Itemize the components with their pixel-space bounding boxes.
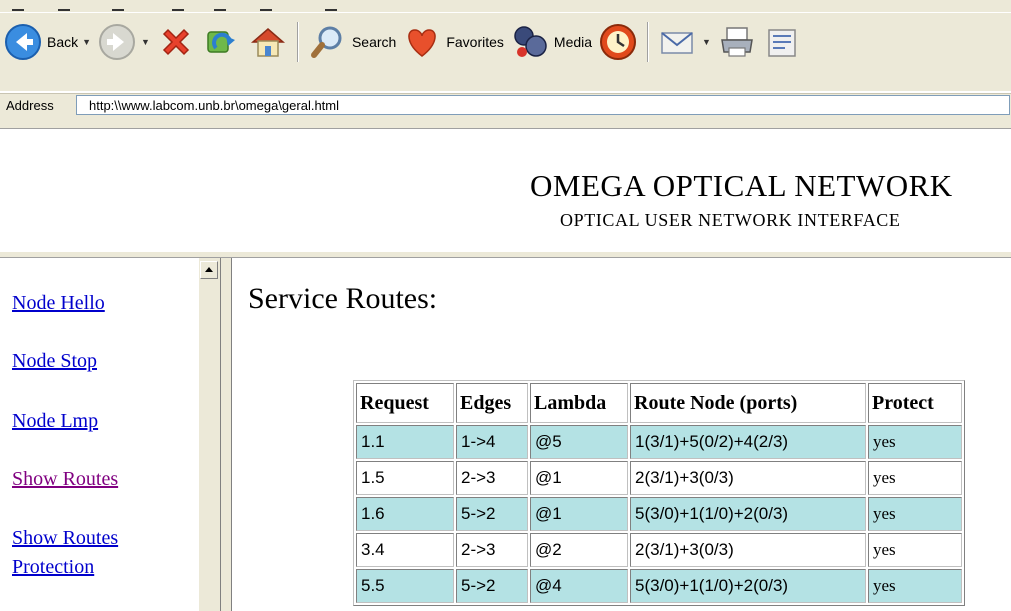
nav-scrollbar[interactable] — [198, 258, 221, 611]
home-icon — [250, 28, 285, 57]
cell-request: 1.6 — [356, 497, 454, 531]
table-row: 1.6 5->2 @1 5(3/0)+1(1/0)+2(0/3) yes — [356, 497, 962, 531]
column-header-request: Request — [356, 383, 454, 423]
cell-request: 1.5 — [356, 461, 454, 495]
mail-icon — [661, 32, 693, 54]
cell-route-node: 1(3/1)+5(0/2)+4(2/3) — [630, 425, 866, 459]
cell-protect: yes — [868, 497, 962, 531]
printer-icon — [721, 27, 753, 57]
cell-lambda: @4 — [530, 569, 628, 603]
mail-button[interactable]: ▼ — [655, 20, 714, 64]
page-title: Service Routes: — [248, 282, 438, 315]
column-header-protect: Protect — [868, 383, 962, 423]
cell-lambda: @2 — [530, 533, 628, 567]
table-header-row: Request Edges Lambda Route Node (ports) … — [356, 383, 962, 423]
back-button[interactable]: Back ▼ — [0, 20, 94, 64]
cell-edges: 5->2 — [456, 569, 528, 603]
scroll-up-icon[interactable] — [200, 261, 218, 279]
media-label: Media — [553, 34, 593, 50]
column-header-edges: Edges — [456, 383, 528, 423]
print-button[interactable] — [714, 20, 760, 64]
stop-x-icon — [162, 28, 190, 56]
favorites-label: Favorites — [446, 34, 504, 50]
media-icon — [514, 26, 547, 57]
cell-route-node: 5(3/0)+1(1/0)+2(0/3) — [630, 497, 866, 531]
table-row: 1.1 1->4 @5 1(3/1)+5(0/2)+4(2/3) yes — [356, 425, 962, 459]
browser-toolbar: Back ▼ ▼ Search Favorites Media ▼ — [0, 12, 1011, 91]
toolbar-separator — [296, 22, 299, 62]
table-row: 3.4 2->3 @2 2(3/1)+3(0/3) yes — [356, 533, 962, 567]
address-input[interactable]: http:\\www.labcom.unb.br\omega\geral.htm… — [76, 95, 1010, 115]
forward-button[interactable]: ▼ — [94, 20, 153, 64]
column-header-lambda: Lambda — [530, 383, 628, 423]
nav-link-node-stop[interactable]: Node Stop — [12, 350, 97, 373]
cell-lambda: @1 — [530, 497, 628, 531]
cell-route-node: 5(3/0)+1(1/0)+2(0/3) — [630, 569, 866, 603]
menu-bar — [0, 0, 1011, 12]
frame-divider[interactable] — [0, 251, 1011, 258]
cell-request: 1.1 — [356, 425, 454, 459]
toolbar-separator — [647, 22, 650, 62]
refresh-button[interactable] — [199, 20, 245, 64]
stop-button[interactable] — [153, 20, 199, 64]
cell-protect: yes — [868, 461, 962, 495]
clock-icon — [600, 24, 637, 60]
cell-edges: 2->3 — [456, 461, 528, 495]
cell-edges: 5->2 — [456, 497, 528, 531]
search-label: Search — [351, 34, 397, 50]
cell-route-node: 2(3/1)+3(0/3) — [630, 461, 866, 495]
back-arrow-icon — [5, 24, 41, 60]
nav-link-protection[interactable]: Protection — [12, 556, 94, 579]
search-button[interactable]: Search — [305, 20, 399, 64]
search-icon — [310, 26, 342, 58]
vertical-frame-divider[interactable] — [220, 258, 232, 611]
cell-protect: yes — [868, 533, 962, 567]
nav-link-node-hello[interactable]: Node Hello — [12, 292, 105, 315]
cell-request: 5.5 — [356, 569, 454, 603]
chrome-bottom-edge — [0, 120, 1011, 129]
column-header-route-node: Route Node (ports) — [630, 383, 866, 423]
chevron-down-icon[interactable]: ▼ — [141, 37, 150, 47]
cell-request: 3.4 — [356, 533, 454, 567]
forward-arrow-icon — [99, 24, 136, 60]
cell-route-node: 2(3/1)+3(0/3) — [630, 533, 866, 567]
address-label: Address — [6, 98, 54, 113]
service-routes-table: Request Edges Lambda Route Node (ports) … — [353, 380, 965, 606]
edit-button[interactable] — [760, 20, 806, 64]
cell-edges: 1->4 — [456, 425, 528, 459]
chevron-down-icon[interactable]: ▼ — [82, 37, 91, 47]
cell-protect: yes — [868, 569, 962, 603]
media-button[interactable]: Media — [507, 20, 595, 64]
nav-link-node-lmp[interactable]: Node Lmp — [12, 410, 98, 433]
chevron-down-icon[interactable]: ▼ — [702, 37, 711, 47]
nav-link-show-routes[interactable]: Show Routes — [12, 468, 118, 491]
banner-subtitle: OPTICAL USER NETWORK INTERFACE — [560, 210, 901, 230]
address-bar: Address http:\\www.labcom.unb.br\omega\g… — [0, 93, 1011, 120]
cell-protect: yes — [868, 425, 962, 459]
favorites-button[interactable]: Favorites — [399, 20, 507, 64]
banner-title: OMEGA OPTICAL NETWORK — [530, 168, 953, 203]
cell-lambda: @5 — [530, 425, 628, 459]
history-button[interactable] — [595, 20, 641, 64]
back-label: Back — [47, 34, 79, 50]
nav-link-show-routes-protection[interactable]: Show Routes — [12, 527, 118, 550]
edit-icon — [768, 29, 796, 57]
cell-lambda: @1 — [530, 461, 628, 495]
table-row: 5.5 5->2 @4 5(3/0)+1(1/0)+2(0/3) yes — [356, 569, 962, 603]
refresh-icon — [207, 31, 235, 53]
home-button[interactable] — [245, 20, 291, 64]
table-row: 1.5 2->3 @1 2(3/1)+3(0/3) yes — [356, 461, 962, 495]
heart-icon — [408, 29, 437, 57]
cell-edges: 2->3 — [456, 533, 528, 567]
